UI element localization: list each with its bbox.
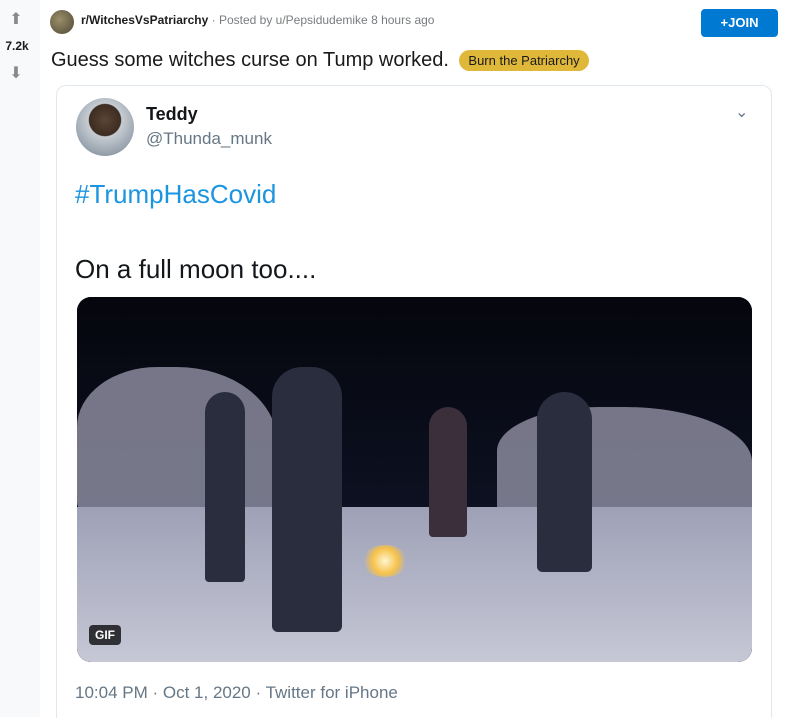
plus-icon: + [720,15,729,30]
tweet-hashtag[interactable]: #TrumpHasCovid [75,179,276,210]
tweet-author-handle[interactable]: @Thunda_munk [146,129,272,149]
post-meta: r/WitchesVsPatriarchy · Posted by u/Peps… [81,13,434,27]
subreddit-avatar[interactable] [50,10,74,34]
tweet-text: On a full moon too.... [75,254,317,284]
meta-separator: · [208,13,219,27]
join-button[interactable]: +JOIN [701,9,778,37]
gif-badge: GIF [89,625,121,645]
post-title[interactable]: Guess some witches curse on Tump worked. [51,49,449,71]
post-time[interactable]: 8 hours ago [371,13,434,27]
tweet-author-avatar[interactable] [76,98,134,156]
embedded-tweet[interactable]: Teddy @Thunda_munk ⌄ #TrumpHasCovid On a… [56,85,772,718]
subreddit-link[interactable]: r/WitchesVsPatriarchy [81,13,208,27]
footer-separator: · [147,683,163,702]
chevron-down-icon[interactable]: ⌄ [735,102,748,122]
gif-scene-ground [77,507,752,662]
tweet-footer: 10:04 PM · Oct 1, 2020 · Twitter for iPh… [75,683,398,703]
gif-scene-rock [497,407,752,517]
gif-figure [205,392,245,582]
gif-figure [429,407,467,537]
tweet-author-name[interactable]: Teddy [146,104,198,125]
post-title-row: Guess some witches curse on Tump worked.… [51,49,589,72]
footer-separator: · [250,683,266,702]
posted-by-link[interactable]: Posted by u/Pepsidudemike [219,13,368,27]
vote-count: 7.2k [5,39,29,53]
downvote-arrow-icon[interactable]: ⬇ [8,66,24,82]
join-label: JOIN [728,15,759,30]
gif-figure [537,392,592,572]
vote-column: ⬆ 7.2k ⬇ [0,0,40,717]
post-card[interactable]: r/WitchesVsPatriarchy · Posted by u/Peps… [40,0,791,718]
tweet-date[interactable]: Oct 1, 2020 [163,683,251,702]
post-flair[interactable]: Burn the Patriarchy [459,50,589,71]
tweet-media-gif[interactable]: GIF [77,297,752,662]
tweet-time[interactable]: 10:04 PM [75,683,148,702]
gif-figure [272,367,342,632]
gif-scene-fire [362,545,408,577]
gif-scene-rock [77,367,277,517]
tweet-source[interactable]: Twitter for iPhone [266,683,398,702]
upvote-arrow-icon[interactable]: ⬆ [8,12,24,28]
